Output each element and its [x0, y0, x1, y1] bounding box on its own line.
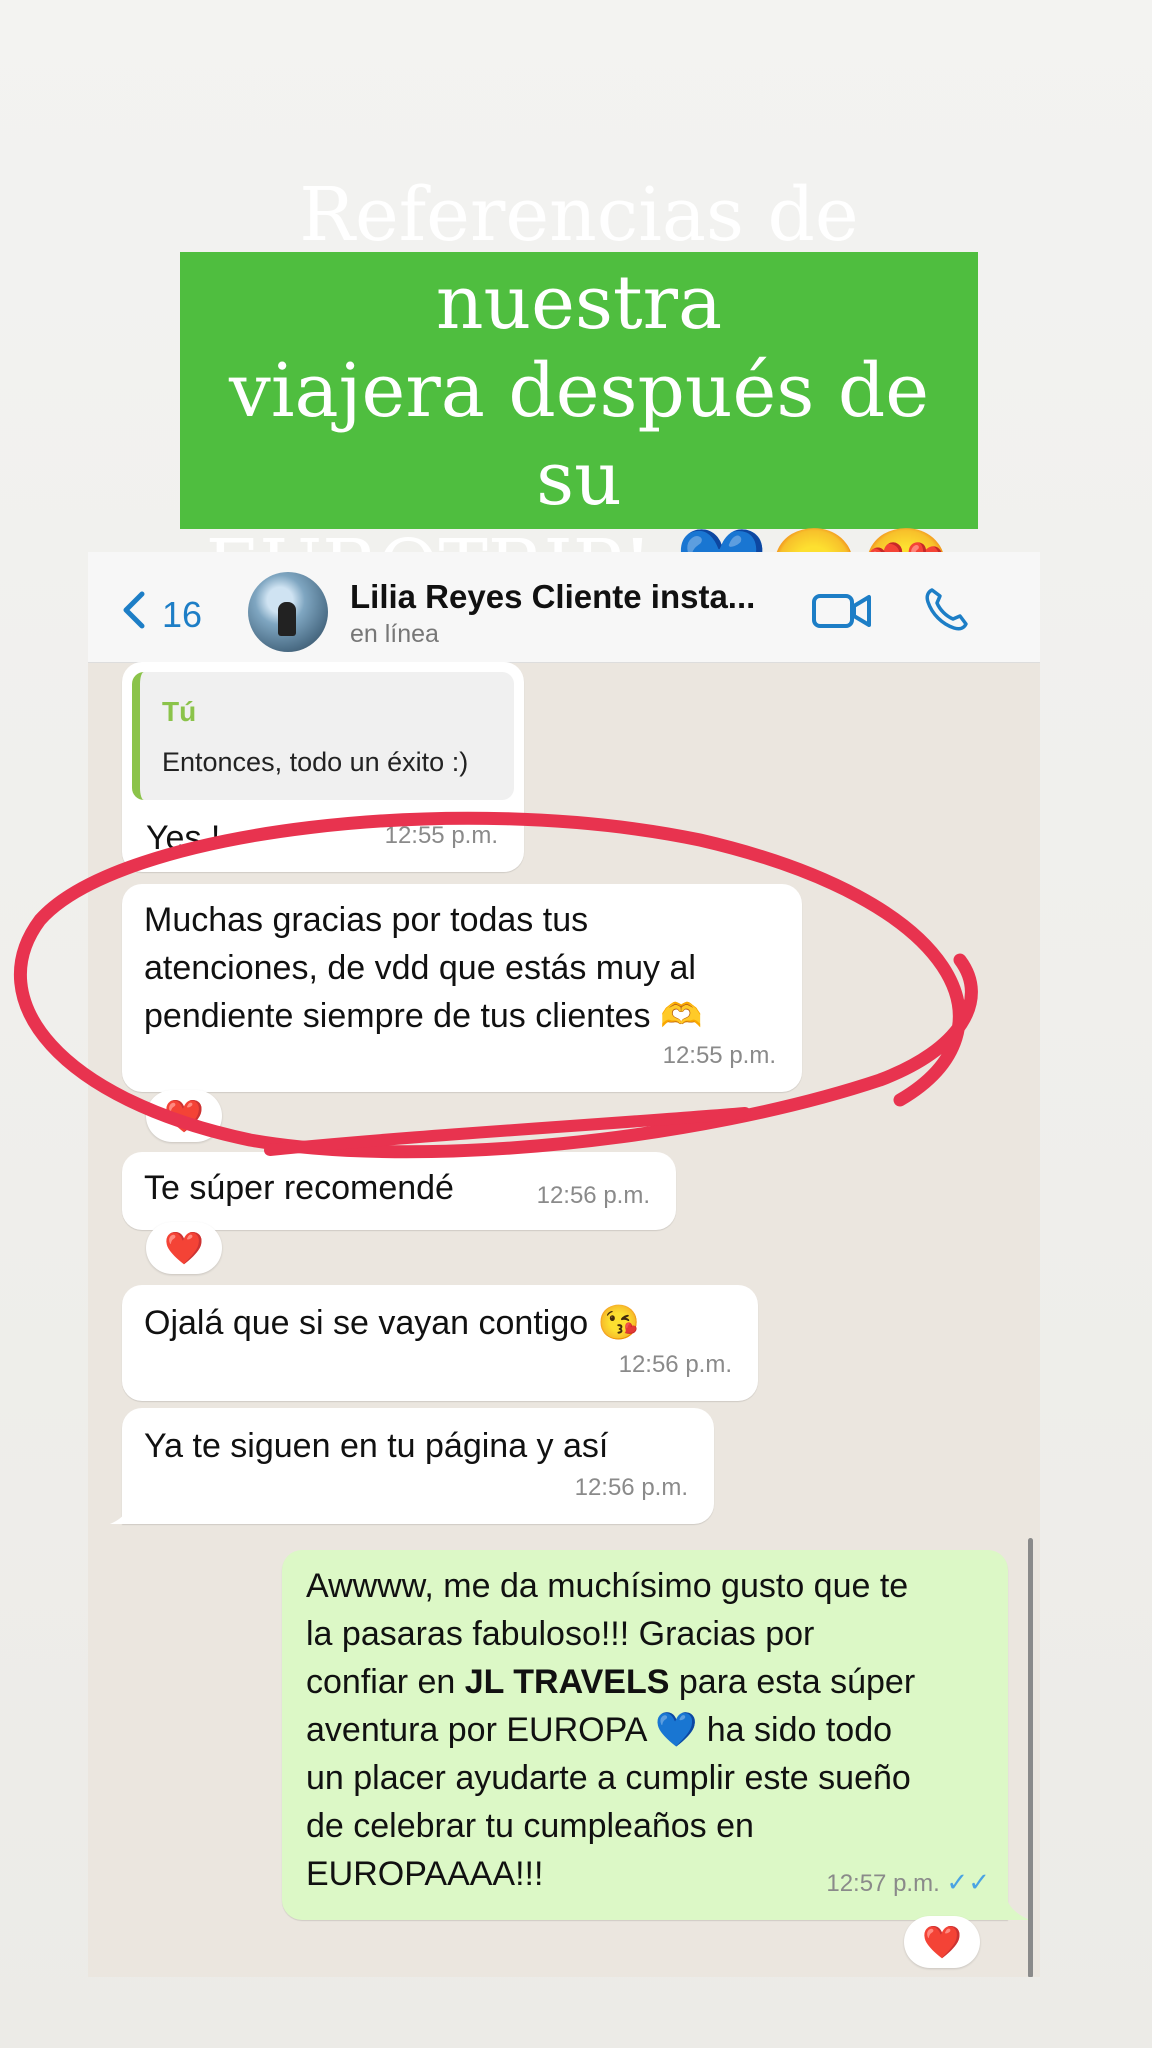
message-bubble-incoming[interactable]: Ojalá que si se vayan contigo 😘 12:56 p.… — [122, 1285, 758, 1401]
chat-screenshot: 16 Lilia Reyes Cliente insta... en línea… — [88, 552, 1040, 1977]
chat-header: 16 Lilia Reyes Cliente insta... en línea — [88, 552, 1040, 663]
message-text: Muchas gracias por todas tus atenciones,… — [144, 901, 703, 1035]
heart-reaction[interactable]: ❤️ — [146, 1090, 222, 1142]
brand-name: JL TRAVELS — [464, 1663, 670, 1701]
message-bubble-incoming[interactable]: Te súper recomendé 12:56 p.m. — [122, 1152, 676, 1230]
message-time: 12:56 p.m. — [618, 1351, 732, 1378]
message-bubble-outgoing[interactable]: Awwww, me da muchísimo gusto que te la p… — [282, 1550, 1008, 1920]
message-time: 12:55 p.m. — [662, 1042, 776, 1069]
video-call-icon[interactable] — [812, 592, 872, 630]
quote-text: Entonces, todo un éxito :) — [162, 747, 469, 777]
heart-reaction[interactable]: ❤️ — [904, 1916, 980, 1968]
message-text: Ojalá que si se vayan contigo 😘 — [144, 1304, 640, 1342]
phone-call-icon[interactable] — [922, 586, 970, 634]
heart-reaction[interactable]: ❤️ — [146, 1222, 222, 1274]
message-bubble-incoming[interactable]: Muchas gracias por todas tus atenciones,… — [122, 884, 802, 1092]
message-text: Yes ! — [146, 819, 221, 857]
title-banner: Referencias de nuestra viajera después d… — [180, 172, 978, 610]
banner-line-1: Referencias de nuestra — [299, 171, 859, 346]
message-text: Ya te siguen en tu página y así — [144, 1427, 609, 1465]
message-time: 12:56 p.m. — [574, 1474, 688, 1501]
message-bubble-incoming[interactable]: Ya te siguen en tu página y así 12:56 p.… — [122, 1408, 714, 1524]
quoted-message[interactable]: Tú Entonces, todo un éxito :) — [132, 672, 514, 800]
back-chevron-icon[interactable] — [116, 590, 152, 630]
quote-author: Tú — [162, 696, 197, 727]
unread-count[interactable]: 16 — [162, 594, 202, 636]
banner-line-2: viajera después de su — [229, 347, 929, 522]
message-time: 12:55 p.m. — [384, 822, 498, 849]
bubble-tail — [1008, 1902, 1030, 1920]
avatar[interactable] — [248, 572, 328, 652]
read-ticks-icon: ✓✓ — [946, 1867, 990, 1897]
contact-status: en línea — [350, 620, 439, 648]
scrollbar[interactable] — [1028, 1538, 1033, 1977]
message-time: 12:56 p.m. — [536, 1182, 650, 1209]
message-time-text: 12:57 p.m. — [826, 1870, 940, 1897]
message-text: Awwww, me da muchísimo gusto que te la p… — [306, 1562, 984, 1898]
message-bubble-incoming[interactable]: Tú Entonces, todo un éxito :) Yes ! 12:5… — [122, 662, 524, 872]
bubble-tail — [110, 1506, 130, 1524]
message-time: 12:57 p.m. ✓✓ — [826, 1858, 990, 1908]
contact-name[interactable]: Lilia Reyes Cliente insta... — [350, 578, 755, 616]
